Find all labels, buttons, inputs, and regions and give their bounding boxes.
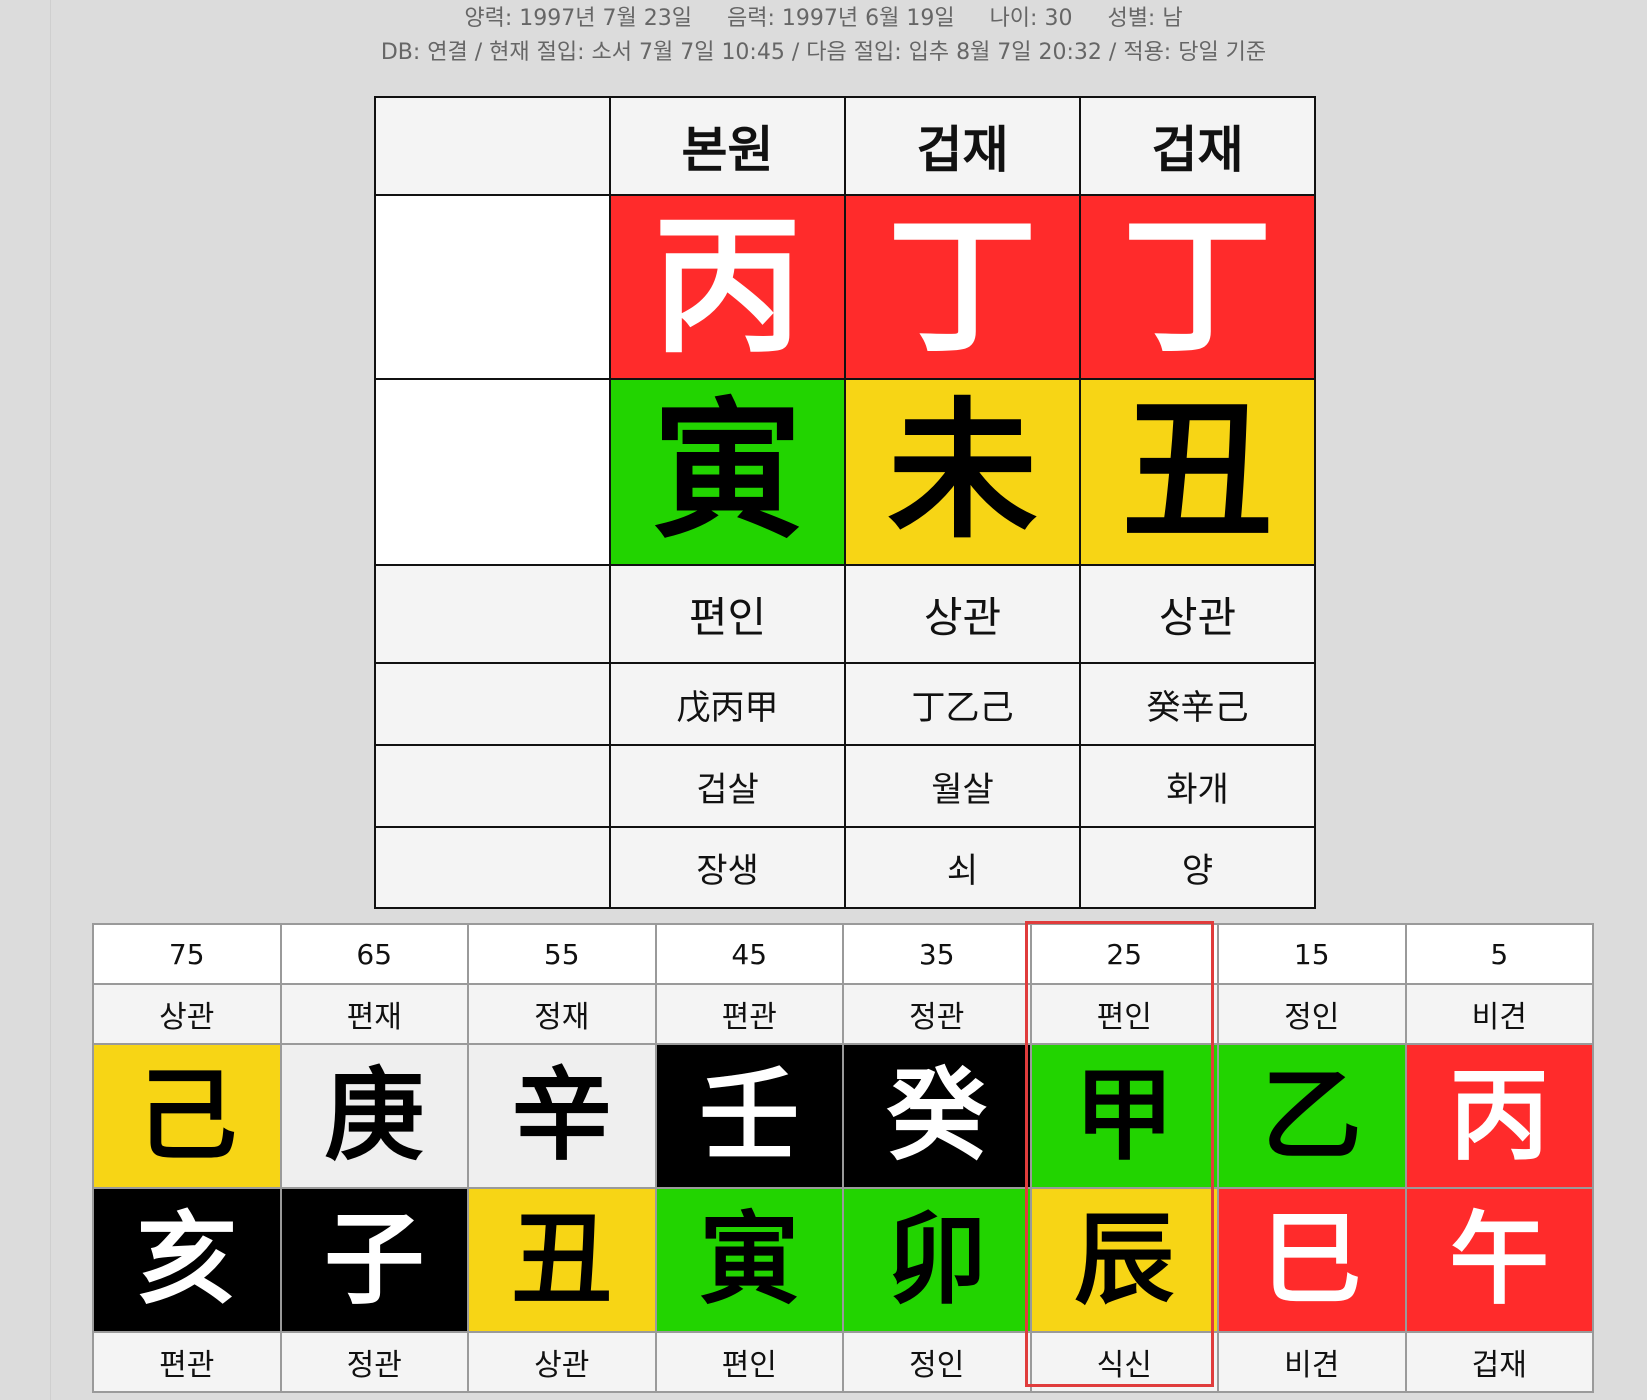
sinsal-label: 월살 xyxy=(846,746,1079,826)
luck-branch-ten-god: 정관 xyxy=(281,1333,467,1391)
ten-god-label: 편인 xyxy=(611,566,844,662)
luck-stem[interactable]: 壬 xyxy=(656,1045,842,1187)
sinsal-label: 겁살 xyxy=(611,746,844,826)
luck-stem[interactable]: 庚 xyxy=(281,1045,467,1187)
branch-empty-cell xyxy=(376,380,609,564)
luck-branch[interactable]: 子 xyxy=(281,1189,467,1331)
earthly-branch[interactable]: 未 xyxy=(846,380,1079,564)
luck-branch[interactable]: 亥 xyxy=(94,1189,280,1331)
hidden-stems: 丁乙己 xyxy=(846,664,1079,744)
luck-branch-ten-god: 정인 xyxy=(844,1333,1030,1391)
life-stage-label: 장생 xyxy=(611,828,844,907)
luck-stem[interactable]: 辛 xyxy=(469,1045,655,1187)
luck-stem-ten-god: 비견 xyxy=(1406,985,1592,1043)
lunar-date: 음력: 1997년 6월 19일 xyxy=(726,6,955,31)
pillar-header: 겁재 xyxy=(846,98,1079,194)
pillar-header: 본원 xyxy=(611,98,844,194)
ten-god-label: 상관 xyxy=(846,566,1079,662)
luck-branch[interactable]: 辰 xyxy=(1031,1189,1217,1331)
luck-stem-ten-god: 편관 xyxy=(656,985,842,1043)
luck-branch[interactable]: 午 xyxy=(1406,1189,1592,1331)
luck-age[interactable]: 25 xyxy=(1031,925,1217,983)
luck-age[interactable]: 5 xyxy=(1406,925,1592,983)
luck-age[interactable]: 45 xyxy=(656,925,842,983)
luck-stem[interactable]: 己 xyxy=(94,1045,280,1187)
solar-date: 양력: 1997년 7월 23일 xyxy=(464,6,692,31)
luck-stem[interactable]: 丙 xyxy=(1406,1045,1592,1187)
age: 나이: 30 xyxy=(989,6,1073,31)
luck-branch-ten-god: 편인 xyxy=(656,1333,842,1391)
luck-stem-ten-god: 편재 xyxy=(281,985,467,1043)
birth-info-line: 양력: 1997년 7월 23일 음력: 1997년 6월 19일 나이: 30… xyxy=(0,0,1647,32)
luck-branch-ten-god: 비견 xyxy=(1219,1333,1405,1391)
pillar-table: 본원 겁재 겁재 丙 丁 丁 寅 未 丑 편인 상관 상관 戊丙甲 丁乙己 癸辛… xyxy=(374,96,1316,909)
luck-stem-ten-god: 편인 xyxy=(1031,985,1217,1043)
luck-age[interactable]: 65 xyxy=(281,925,467,983)
heavenly-stem[interactable]: 丁 xyxy=(1081,196,1314,378)
stem-empty-cell xyxy=(376,196,609,378)
luck-branch-ten-god: 겁재 xyxy=(1406,1333,1592,1391)
luck-age[interactable]: 75 xyxy=(94,925,280,983)
hidden-stems: 癸辛己 xyxy=(1081,664,1314,744)
life-stage-label: 양 xyxy=(1081,828,1314,907)
pillar-header: 겁재 xyxy=(1081,98,1314,194)
heavenly-stem[interactable]: 丁 xyxy=(846,196,1079,378)
gender: 성별: 남 xyxy=(1107,6,1183,31)
luck-branch-ten-god: 상관 xyxy=(469,1333,655,1391)
luck-stem[interactable]: 乙 xyxy=(1219,1045,1405,1187)
hidden-stems-empty-cell xyxy=(376,664,609,744)
luck-stem[interactable]: 癸 xyxy=(844,1045,1030,1187)
luck-branch[interactable]: 巳 xyxy=(1219,1189,1405,1331)
hidden-stems: 戊丙甲 xyxy=(611,664,844,744)
luck-stem-ten-god: 정인 xyxy=(1219,985,1405,1043)
luck-branch-ten-god: 식신 xyxy=(1031,1333,1217,1391)
earthly-branch[interactable]: 寅 xyxy=(611,380,844,564)
luck-branch[interactable]: 丑 xyxy=(469,1189,655,1331)
luck-stem-ten-god: 정재 xyxy=(469,985,655,1043)
luck-cycle-table: 75 65 55 45 35 25 15 5 상관 편재 정재 편관 정관 편인… xyxy=(92,923,1594,1393)
luck-branch[interactable]: 卯 xyxy=(844,1189,1030,1331)
life-stage-label: 쇠 xyxy=(846,828,1079,907)
luck-age[interactable]: 55 xyxy=(469,925,655,983)
ten-god-label: 상관 xyxy=(1081,566,1314,662)
luck-stem[interactable]: 甲 xyxy=(1031,1045,1217,1187)
heavenly-stem[interactable]: 丙 xyxy=(611,196,844,378)
db-status-line: DB: 연결 / 현재 절입: 소서 7월 7일 10:45 / 다음 절입: … xyxy=(380,40,1267,65)
luck-branch[interactable]: 寅 xyxy=(656,1189,842,1331)
ten-god-empty-cell xyxy=(376,566,609,662)
luck-age[interactable]: 15 xyxy=(1219,925,1405,983)
luck-stem-ten-god: 상관 xyxy=(94,985,280,1043)
sinsal-empty-cell xyxy=(376,746,609,826)
luck-stem-ten-god: 정관 xyxy=(844,985,1030,1043)
stage-empty-cell xyxy=(376,828,609,907)
luck-branch-ten-god: 편관 xyxy=(94,1333,280,1391)
earthly-branch[interactable]: 丑 xyxy=(1081,380,1314,564)
header-empty-cell xyxy=(376,98,609,194)
sinsal-label: 화개 xyxy=(1081,746,1314,826)
luck-age[interactable]: 35 xyxy=(844,925,1030,983)
